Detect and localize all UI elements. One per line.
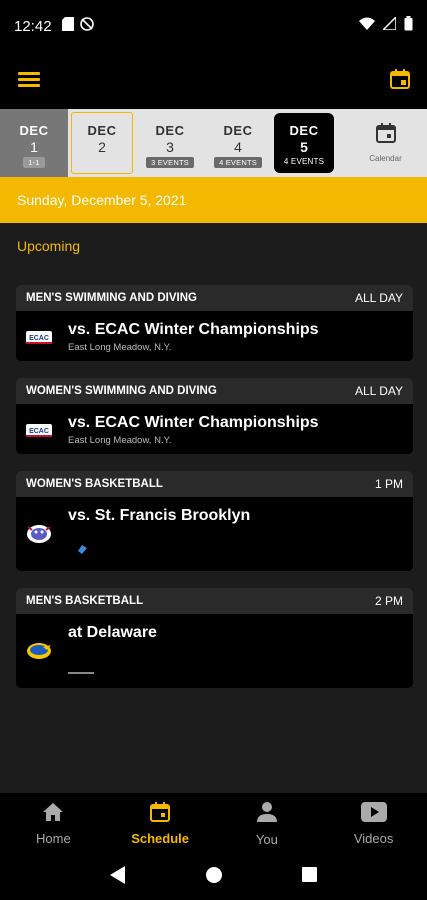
- person-icon: [256, 801, 278, 826]
- event-location: East Long Meadow, N.Y.: [68, 342, 172, 353]
- event-sport: MEN'S BASKETBALL: [26, 595, 144, 607]
- event-sport: MEN'S SWIMMING AND DIVING: [26, 292, 197, 304]
- terriers-logo: [25, 519, 53, 547]
- nav-home[interactable]: Home: [0, 793, 107, 854]
- calendar-icon[interactable]: [389, 68, 413, 92]
- no-sync-icon: [79, 16, 94, 36]
- date-event-count: 4 EVENTS: [283, 157, 325, 166]
- date-item-dec-1[interactable]: DEC 1 1-1: [0, 109, 68, 177]
- date-day: 1: [30, 139, 38, 155]
- wifi-icon: [359, 17, 375, 35]
- nav-label: Schedule: [131, 830, 190, 846]
- date-day: 3: [166, 139, 174, 155]
- recents-icon[interactable]: [302, 867, 317, 887]
- event-header: MEN'S SWIMMING AND DIVING ALL DAY: [16, 285, 413, 311]
- event-opponent: vs. ECAC Winter Championships: [68, 414, 319, 431]
- tv-network-icon: [78, 541, 87, 559]
- sd-card-icon: [61, 16, 74, 36]
- back-icon[interactable]: [110, 865, 126, 889]
- status-bar: 12:42: [0, 0, 427, 52]
- date-day: 5: [300, 139, 308, 155]
- date-item-dec-3[interactable]: DEC 3 3 EVENTS: [136, 109, 204, 177]
- schedule-icon: [150, 801, 171, 825]
- svg-text:ECAC: ECAC: [29, 428, 49, 435]
- section-title: Upcoming: [17, 238, 81, 254]
- event-header: MEN'S BASKETBALL 2 PM: [16, 588, 413, 614]
- date-month: DEC: [289, 123, 319, 138]
- event-opponent: vs. St. Francis Brooklyn: [68, 507, 251, 524]
- event-time: 1 PM: [374, 477, 403, 491]
- nav-schedule[interactable]: Schedule: [107, 793, 214, 854]
- date-strip: DEC 1 1-1 DEC 2 DEC 3 3 EVENTS DEC 4 4 E…: [0, 109, 427, 177]
- status-time: 12:42: [14, 17, 52, 35]
- calendar-icon: [375, 123, 396, 148]
- date-item-dec-5[interactable]: DEC 5 4 EVENTS: [274, 113, 334, 173]
- date-month: DEC: [87, 123, 117, 138]
- selected-date-header: Sunday, December 5, 2021: [0, 177, 427, 223]
- event-sport: WOMEN'S BASKETBALL: [26, 478, 163, 490]
- event-sport: WOMEN'S SWIMMING AND DIVING: [26, 385, 217, 397]
- menu-icon[interactable]: [18, 69, 48, 93]
- calendar-label: Calendar: [369, 154, 402, 163]
- nav-videos[interactable]: Videos: [320, 793, 427, 854]
- event-opponent: vs. ECAC Winter Championships: [68, 321, 319, 338]
- event-card[interactable]: MEN'S SWIMMING AND DIVING ALL DAY ECAC v…: [16, 285, 413, 361]
- date-item-dec-4[interactable]: DEC 4 4 EVENTS: [204, 109, 272, 177]
- date-day: 4: [234, 139, 242, 155]
- system-nav-bar: [0, 854, 427, 900]
- home-button-icon[interactable]: [206, 866, 222, 888]
- date-event-count: 1-1: [23, 157, 45, 168]
- date-month: DEC: [155, 123, 185, 138]
- nav-label: Videos: [353, 830, 394, 846]
- event-card[interactable]: WOMEN'S BASKETBALL 1 PM vs. St. Francis …: [16, 471, 413, 571]
- event-location: East Long Meadow, N.Y.: [68, 435, 172, 446]
- event-time: 2 PM: [374, 594, 403, 608]
- date-event-count: 4 EVENTS: [214, 157, 262, 168]
- event-card[interactable]: MEN'S BASKETBALL 2 PM at Delaware: [16, 588, 413, 688]
- svg-text:ECAC: ECAC: [29, 335, 49, 342]
- event-time: ALL DAY: [354, 291, 403, 305]
- event-header: WOMEN'S BASKETBALL 1 PM: [16, 471, 413, 497]
- blue-hens-logo: [25, 636, 53, 664]
- video-icon: [360, 801, 387, 825]
- bottom-nav: Home Schedule You Videos: [0, 793, 427, 854]
- nav-you[interactable]: You: [214, 793, 321, 854]
- date-item-dec-2[interactable]: DEC 2: [68, 109, 136, 177]
- date-month: DEC: [223, 123, 253, 138]
- nav-label: Home: [36, 830, 71, 846]
- calendar-button[interactable]: Calendar: [344, 109, 427, 177]
- ecac-logo: ECAC: [25, 416, 53, 444]
- date-event-count: 3 EVENTS: [146, 157, 194, 168]
- signal-icon: [381, 15, 397, 35]
- date-day: 2: [98, 139, 106, 155]
- event-card[interactable]: WOMEN'S SWIMMING AND DIVING ALL DAY ECAC…: [16, 378, 413, 454]
- tv-network-icon: [68, 662, 94, 680]
- event-opponent: at Delaware: [68, 624, 157, 641]
- battery-icon: [404, 16, 413, 36]
- event-time: ALL DAY: [354, 384, 403, 398]
- event-header: WOMEN'S SWIMMING AND DIVING ALL DAY: [16, 378, 413, 404]
- date-month: DEC: [19, 123, 49, 138]
- nav-label: You: [255, 831, 278, 847]
- ecac-logo: ECAC: [25, 323, 53, 351]
- home-icon: [42, 802, 64, 825]
- app-bar: [0, 52, 427, 109]
